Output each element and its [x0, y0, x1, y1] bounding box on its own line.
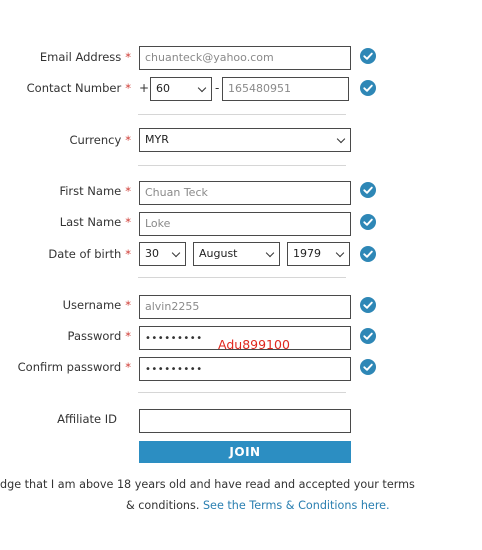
dob-day-select[interactable]: 30	[139, 242, 186, 266]
dob-day-value: 30	[145, 247, 159, 260]
first-name-label-text: First Name	[59, 184, 122, 198]
registration-form: Email Address * chuanteck@yahoo.com Conta…	[0, 0, 482, 550]
last-name-value: Loke	[145, 217, 171, 230]
check-circle-icon	[360, 48, 376, 64]
country-code-select[interactable]: 60	[150, 77, 212, 101]
required-marker: *	[125, 50, 131, 64]
chevron-down-icon	[197, 83, 207, 93]
confirm-password-label: Confirm password *	[0, 359, 131, 375]
affiliate-id-label-text: Affiliate ID	[57, 412, 117, 426]
divider	[138, 392, 346, 393]
chevron-down-icon	[336, 134, 346, 144]
email-value: chuanteck@yahoo.com	[145, 51, 274, 64]
plus-sign: +	[139, 81, 150, 95]
required-marker: *	[125, 298, 131, 312]
password-label-text: Password	[67, 329, 122, 343]
overlay-text: Adu899100	[218, 337, 290, 352]
check-circle-icon	[360, 182, 376, 198]
check-circle-icon	[360, 246, 376, 262]
last-name-label: Last Name *	[0, 214, 131, 230]
terms-line-1: dge that I am above 18 years old and hav…	[0, 478, 415, 491]
required-marker: *	[125, 184, 131, 198]
email-label-text: Email Address	[39, 50, 122, 64]
country-code-value: 60	[156, 82, 170, 95]
chevron-down-icon	[265, 248, 275, 258]
dob-year-value: 1979	[293, 247, 321, 260]
confirm-password-label-text: Confirm password	[17, 360, 122, 374]
first-name-label: First Name *	[0, 183, 131, 199]
username-value: alvin2255	[145, 300, 200, 313]
last-name-field[interactable]: Loke	[139, 212, 351, 236]
last-name-label-text: Last Name	[59, 215, 122, 229]
username-label: Username *	[0, 297, 131, 313]
required-marker: *	[125, 329, 131, 343]
date-of-birth-label-text: Date of birth	[48, 247, 122, 261]
required-marker: *	[125, 247, 131, 261]
check-circle-icon	[360, 328, 376, 344]
required-marker: *	[125, 133, 131, 147]
dob-month-select[interactable]: August	[193, 242, 280, 266]
first-name-field[interactable]: Chuan Teck	[139, 181, 351, 205]
required-marker: *	[125, 81, 131, 95]
dob-year-select[interactable]: 1979	[287, 242, 350, 266]
currency-value: MYR	[145, 133, 169, 146]
required-marker: *	[125, 215, 131, 229]
password-label: Password *	[0, 328, 131, 344]
date-of-birth-label: Date of birth *	[0, 246, 131, 262]
join-button[interactable]: JOIN	[139, 441, 351, 463]
check-circle-icon	[360, 297, 376, 313]
contact-number-label-text: Contact Number	[26, 81, 122, 95]
terms-prefix: & conditions.	[126, 499, 203, 512]
username-label-text: Username	[62, 298, 122, 312]
terms-link[interactable]: See the Terms & Conditions here.	[203, 499, 390, 512]
dob-month-value: August	[199, 247, 238, 260]
check-circle-icon	[360, 80, 376, 96]
email-field[interactable]: chuanteck@yahoo.com	[139, 46, 351, 70]
chevron-down-icon	[335, 248, 345, 258]
divider	[138, 277, 346, 278]
username-field[interactable]: alvin2255	[139, 295, 351, 319]
currency-label-text: Currency	[69, 133, 122, 147]
confirm-password-masked-value: •••••••••	[145, 364, 203, 375]
first-name-value: Chuan Teck	[145, 186, 208, 199]
phone-number-field[interactable]: 165480951	[222, 77, 349, 101]
check-circle-icon	[360, 359, 376, 375]
chevron-down-icon	[171, 248, 181, 258]
divider	[138, 165, 346, 166]
confirm-password-field[interactable]: •••••••••	[139, 357, 351, 381]
affiliate-id-label: Affiliate ID	[0, 411, 117, 427]
check-circle-icon	[360, 214, 376, 230]
phone-number-value: 165480951	[228, 82, 291, 95]
divider	[138, 114, 346, 115]
email-label: Email Address *	[0, 49, 131, 65]
currency-label: Currency *	[0, 132, 131, 148]
terms-line-2: & conditions. See the Terms & Conditions…	[126, 498, 390, 514]
password-masked-value: •••••••••	[145, 333, 203, 344]
required-marker: *	[125, 360, 131, 374]
contact-number-label: Contact Number *	[0, 80, 131, 96]
phone-separator: -	[215, 81, 220, 95]
affiliate-id-field[interactable]	[139, 409, 351, 433]
currency-select[interactable]: MYR	[139, 128, 351, 152]
